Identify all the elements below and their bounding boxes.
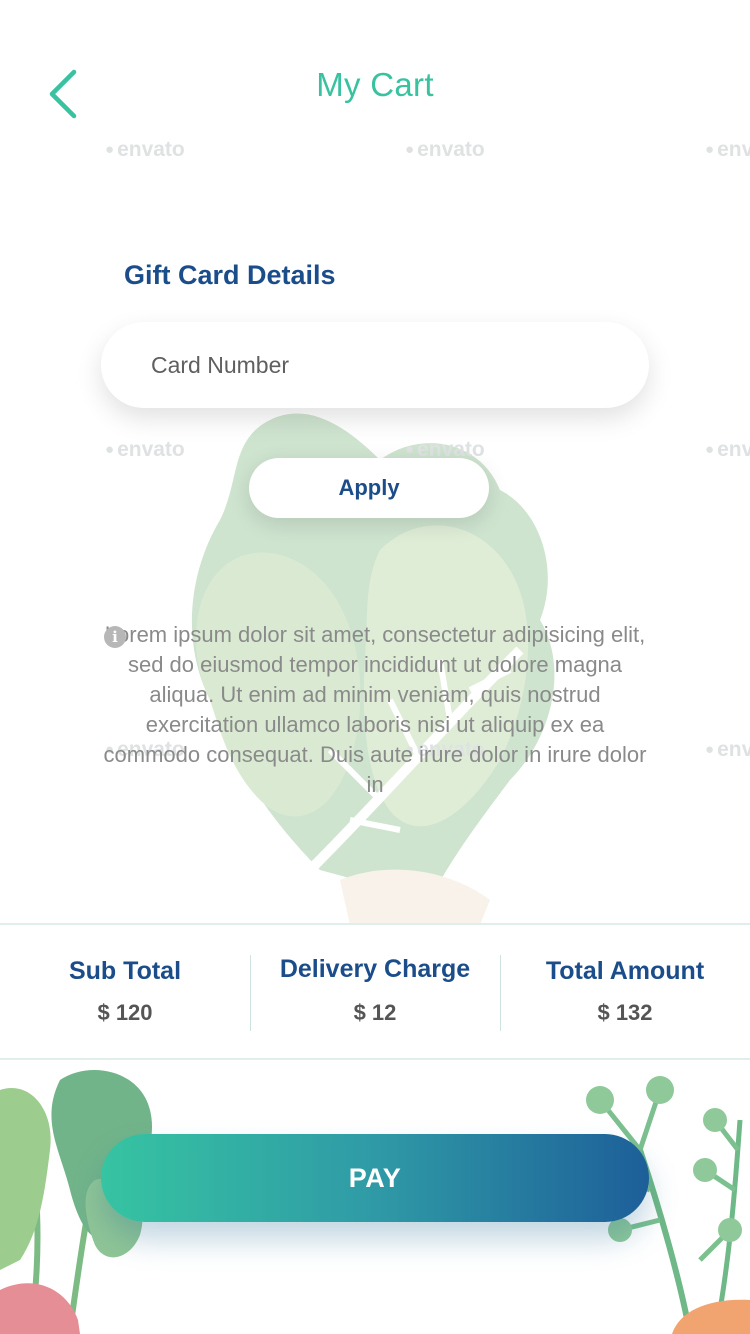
watermark: envato [405,138,485,162]
gift-card-section-title: Gift Card Details [124,260,336,290]
delivery-column: Delivery Charge $ 12 [250,925,500,1058]
delivery-charge-value: $ 12 [353,1000,397,1025]
pay-button[interactable]: PAY [101,1134,649,1222]
subtotal-label: Sub Total [68,957,182,985]
card-number-input[interactable] [101,322,649,408]
info-description: Lorem ipsum dolor sit amet, consectetur … [103,622,647,797]
subtotal-column: Sub Total $ 120 [0,925,250,1058]
card-number-field-wrapper [101,322,649,408]
order-totals-bar: Sub Total $ 120 Delivery Charge $ 12 Tot… [0,923,750,1060]
apply-button[interactable]: Apply [249,458,489,518]
cart-screen: envato envato envato envato envato envat… [0,0,750,1334]
info-icon: i [104,626,126,648]
watermark: envato [105,438,185,462]
subtotal-value: $ 120 [97,1000,153,1025]
watermark: envato [105,138,185,162]
page-title: My Cart [316,66,434,103]
delivery-charge-label: Delivery Charge [279,955,471,983]
watermark: envato [705,438,750,462]
total-amount-label: Total Amount [545,957,705,985]
watermark: envato [705,738,750,762]
total-amount-value: $ 132 [597,1000,653,1025]
watermark: envato [705,138,750,162]
total-amount-column: Total Amount $ 132 [500,925,750,1058]
